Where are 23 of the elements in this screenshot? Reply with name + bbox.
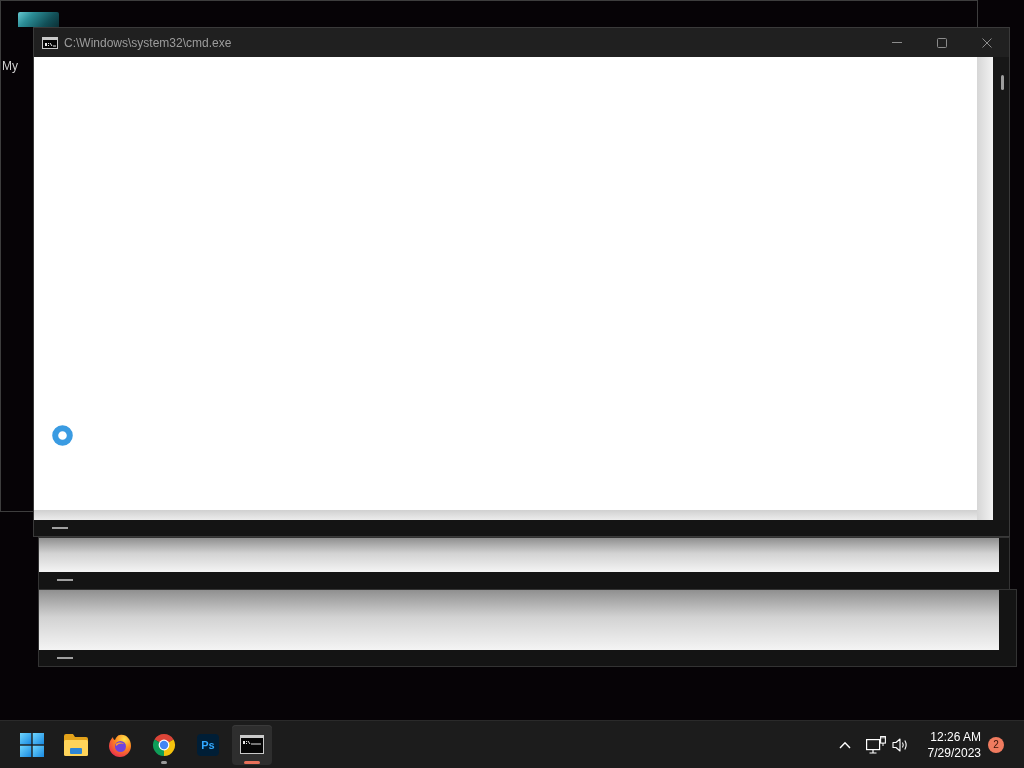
network-icon[interactable]	[866, 735, 886, 754]
segmented-circle-icon	[152, 732, 176, 757]
folder-icon	[63, 733, 89, 756]
clock-button[interactable]: 12:26 AM 7/29/2023	[918, 728, 984, 761]
volume-icon[interactable]	[892, 737, 908, 752]
dash-icon	[57, 579, 73, 581]
maximize-icon	[936, 37, 947, 48]
dash-icon	[52, 527, 68, 529]
minimize-icon	[891, 42, 902, 43]
window-title: C:\Windows\system32\cmd.exe	[64, 34, 232, 51]
console-icon	[42, 36, 58, 49]
dash-icon	[57, 657, 73, 659]
desktop-icon-label[interactable]: My	[2, 58, 18, 74]
logo-tile: Ps	[197, 733, 219, 756]
close-icon	[981, 37, 992, 48]
notification-count[interactable]: 2	[988, 736, 1004, 753]
taskbar-app-button[interactable]: Ps	[188, 724, 228, 765]
terminal-window-icon	[240, 735, 264, 754]
four-squares-icon	[20, 732, 44, 757]
desktop-shortcut-icon[interactable]	[18, 12, 59, 27]
taskbar-app-button[interactable]	[232, 724, 272, 765]
chevron-up-icon[interactable]	[839, 740, 851, 749]
scrollbar-thumb[interactable]	[1001, 75, 1004, 90]
